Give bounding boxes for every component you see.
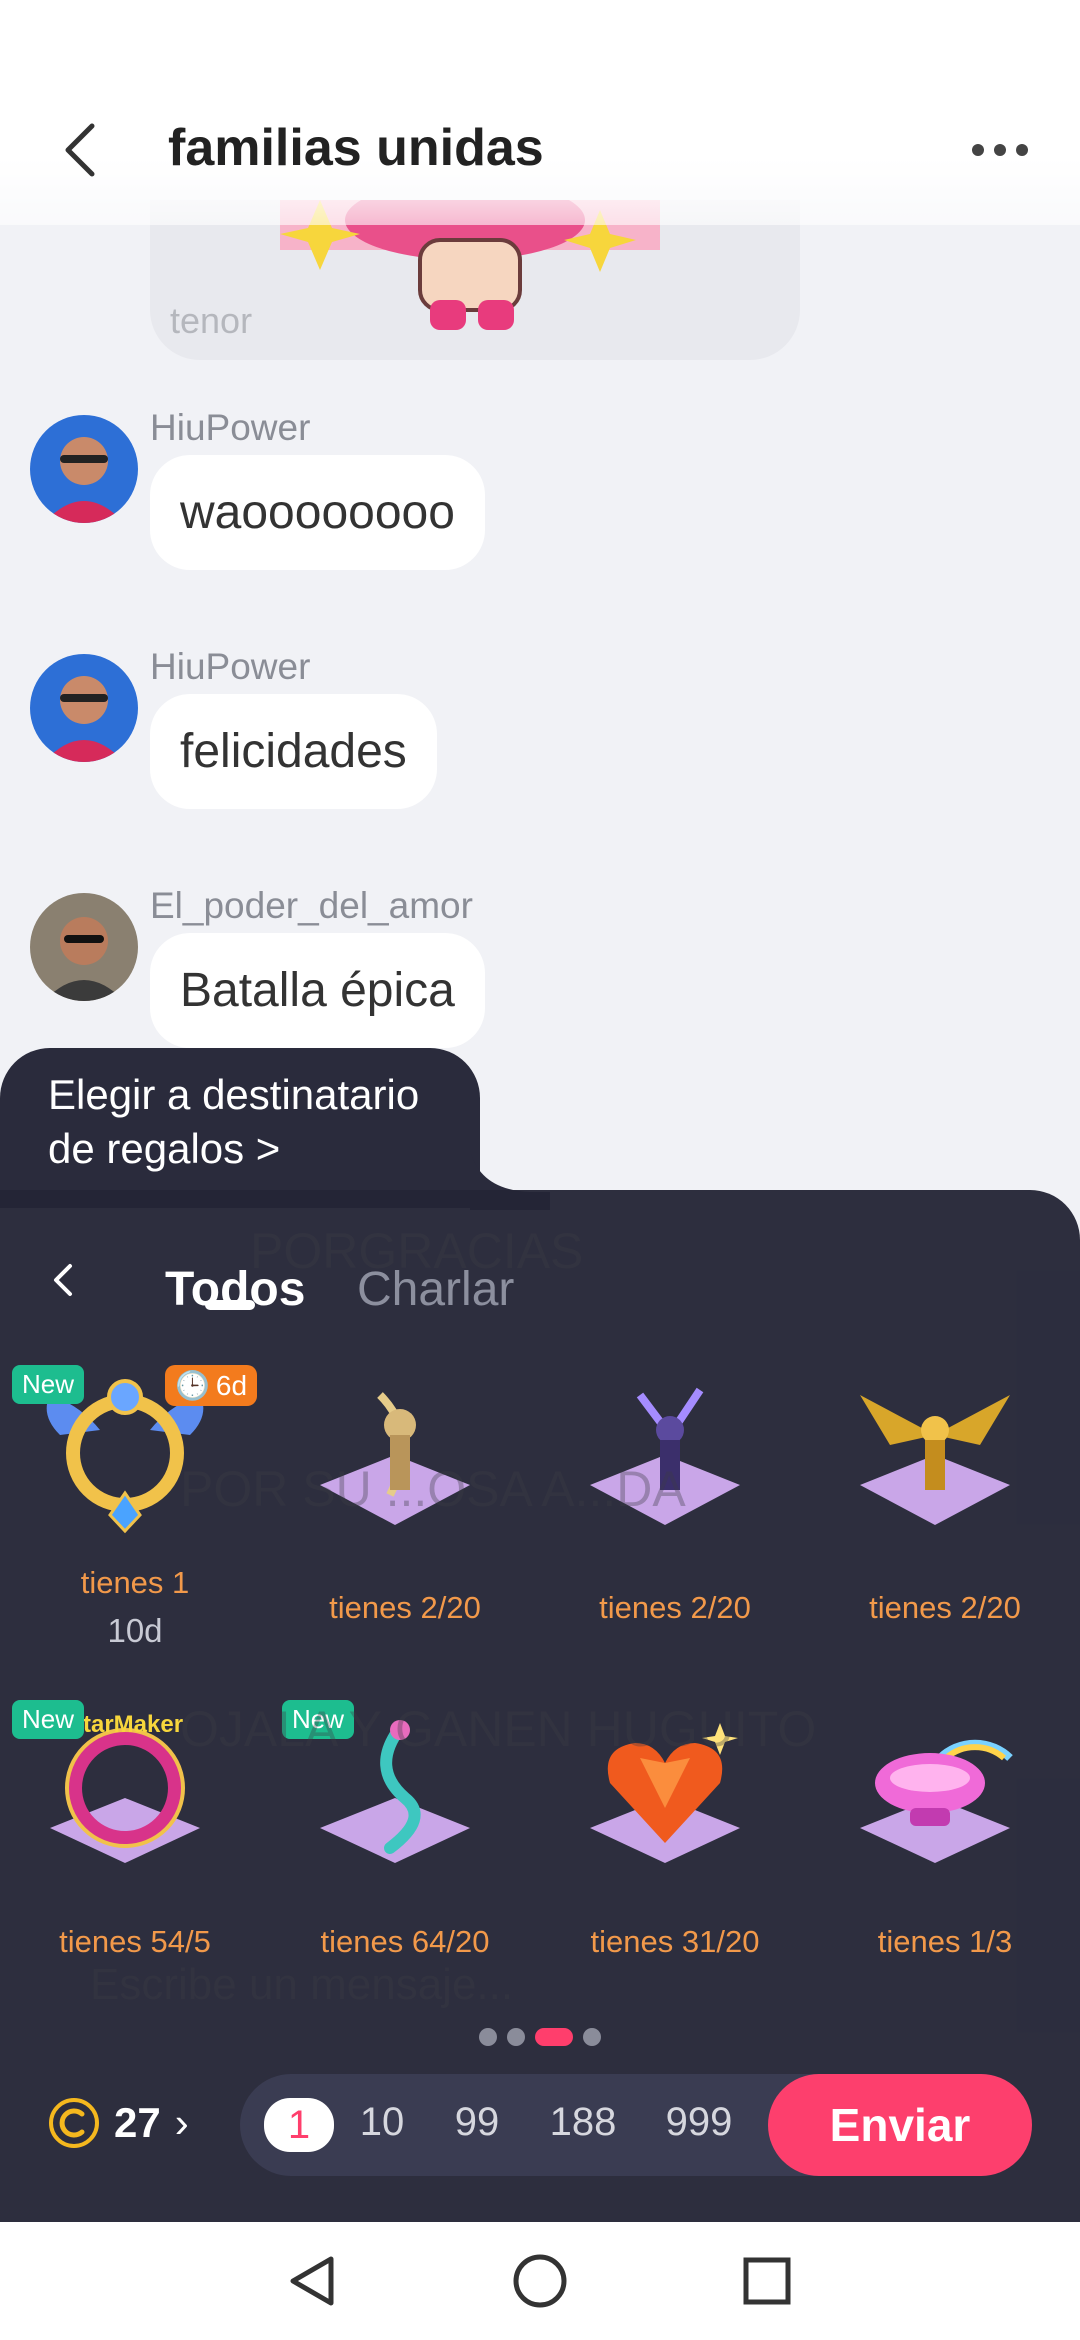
coin-count: 27	[114, 2099, 161, 2146]
gift-count: tienes 31/20	[590, 1924, 760, 1959]
sender-name: El_poder_del_amor	[150, 885, 473, 926]
expiry-badge: 🕒 6d	[165, 1365, 258, 1406]
page-indicator	[0, 2028, 1080, 2046]
message-bubble[interactable]: felicidades	[150, 694, 437, 809]
gift-count: tienes 2/20	[599, 1590, 751, 1625]
quantity-option-1[interactable]: 1	[264, 2098, 334, 2152]
nav-recents-button[interactable]	[727, 2241, 807, 2321]
background-message-text: PORGRACIAS	[250, 1223, 584, 1279]
gift-item[interactable]: tienes 1/3	[810, 1698, 1050, 1959]
nav-back-button[interactable]	[273, 2241, 353, 2321]
expiry-days: 6d	[215, 1369, 248, 1401]
circle-home-icon	[513, 2254, 567, 2308]
system-nav-bar	[0, 2222, 1080, 2340]
page-dot	[507, 2028, 525, 2046]
gift-brand: StarMaker	[67, 1711, 183, 1738]
gift-count: tienes 2/20	[329, 1590, 481, 1625]
back-button[interactable]	[50, 110, 110, 190]
quantity-option-99[interactable]: 99	[432, 2100, 522, 2145]
gif-provider-label: tenor	[170, 300, 253, 341]
page-title: familias unidas	[168, 119, 544, 177]
nav-home-button[interactable]	[500, 2241, 580, 2321]
chevron-left-icon	[54, 1264, 72, 1296]
quantity-option-999[interactable]: 999	[654, 2100, 744, 2145]
avatar[interactable]	[30, 415, 138, 523]
gift-count: tienes 1/3	[877, 1924, 1013, 1959]
gift-rainbow-blimp-image	[860, 1739, 1013, 1863]
gift-count: tienes 1	[80, 1565, 190, 1600]
quantity-option-10[interactable]: 10	[337, 2100, 427, 2145]
square-recents-icon	[743, 2257, 791, 2305]
gift-count: tienes 2/20	[869, 1590, 1021, 1625]
more-options-button[interactable]	[960, 120, 1040, 180]
avatar[interactable]	[30, 654, 138, 762]
chevron-right-icon: ›	[174, 2099, 189, 2146]
gift-duration: 10d	[107, 1612, 163, 1649]
app-header: familias unidas	[0, 0, 1080, 225]
avatar[interactable]	[30, 893, 138, 1001]
sender-name: HiuPower	[150, 646, 311, 687]
new-badge: New	[12, 1700, 85, 1739]
gift-golden-wings-image	[860, 1395, 1010, 1525]
send-gift-button[interactable]: Enviar	[768, 2074, 1032, 2176]
recipient-label: Elegir a destinatario de regalos >	[48, 1071, 420, 1172]
gift-count: tienes 54/5	[59, 1924, 211, 1959]
message-bubble[interactable]: Batalla épica	[150, 933, 485, 1048]
coin-balance[interactable]: 27 ›	[48, 2097, 189, 2149]
page-dot-active	[535, 2028, 573, 2046]
triangle-back-icon	[290, 2256, 334, 2306]
active-tab-indicator	[205, 1300, 255, 1310]
background-message-text: OJALA Y GANEN HUGUITO	[180, 1701, 817, 1757]
gift-item[interactable]: tienes 2/20	[810, 1365, 1050, 1625]
coin-icon	[49, 2098, 99, 2148]
message-bubble[interactable]: waoooooooo	[150, 455, 485, 570]
background-message-text: POR SU ...OSA A...DA	[180, 1461, 686, 1517]
page-dot	[583, 2028, 601, 2046]
sender-name: HiuPower	[150, 407, 311, 448]
more-dots-icon	[972, 144, 1028, 156]
gift-count: tienes 64/20	[320, 1924, 490, 1959]
page-dot	[479, 2028, 497, 2046]
clock-icon: 🕒	[175, 1370, 210, 1401]
background-message-text: Escribe un mensaje...	[90, 1960, 514, 2009]
recipient-selector[interactable]: Elegir a destinatario de regalos >	[0, 1048, 480, 1208]
gift-panel-back-button[interactable]	[50, 1250, 90, 1310]
chevron-left-icon	[65, 123, 95, 177]
quantity-option-188[interactable]: 188	[538, 2100, 628, 2145]
new-badge: New	[12, 1365, 85, 1404]
